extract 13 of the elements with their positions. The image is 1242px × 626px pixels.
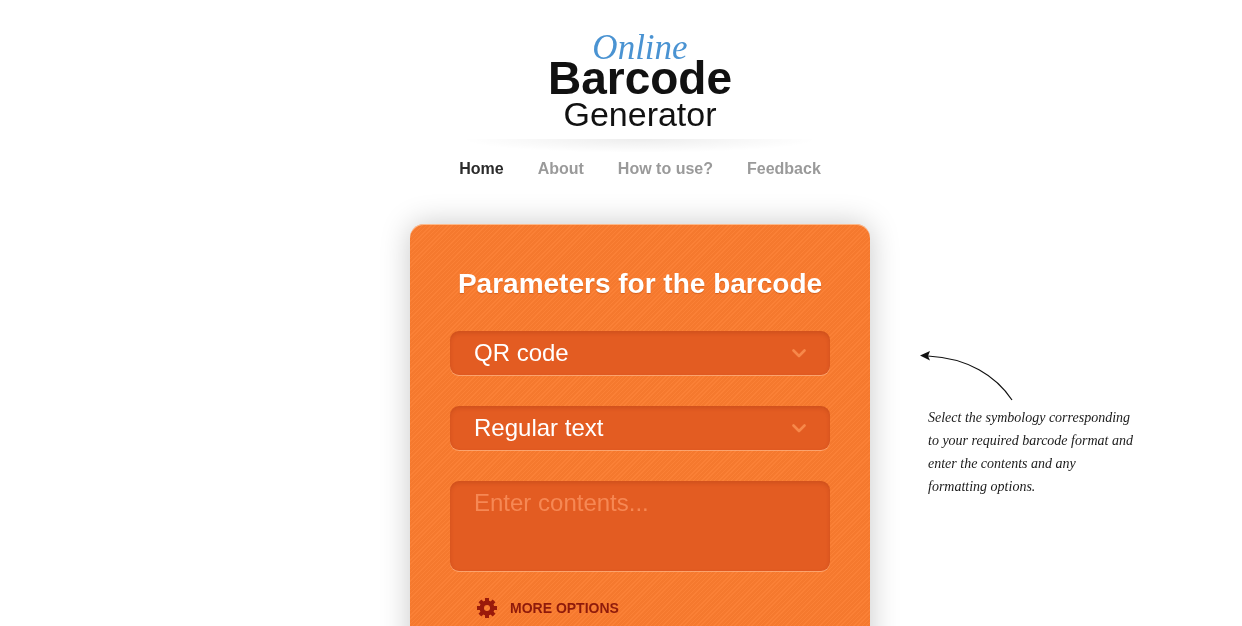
gear-icon	[477, 598, 497, 618]
nav-link[interactable]: Home	[459, 159, 504, 179]
nav-link[interactable]: About	[537, 159, 584, 179]
annotation-text: Select the symbology corresponding to your required barcode format and enter the contents and any formatting options.	[928, 409, 1133, 496]
logo-subtitle: Generator	[563, 97, 717, 131]
dropdown[interactable]: QR code	[450, 331, 830, 375]
dropdown[interactable]: Regular text	[450, 406, 830, 450]
more-options-button[interactable]: MORE OPTIONS	[477, 598, 619, 618]
chevron-down-icon	[792, 348, 806, 358]
nav-link[interactable]: How to use?	[617, 159, 713, 179]
nav-link[interactable]: Feedback	[746, 159, 821, 179]
panel-title: Parameters for the barcode	[456, 267, 824, 301]
chevron-down-icon	[792, 423, 806, 433]
